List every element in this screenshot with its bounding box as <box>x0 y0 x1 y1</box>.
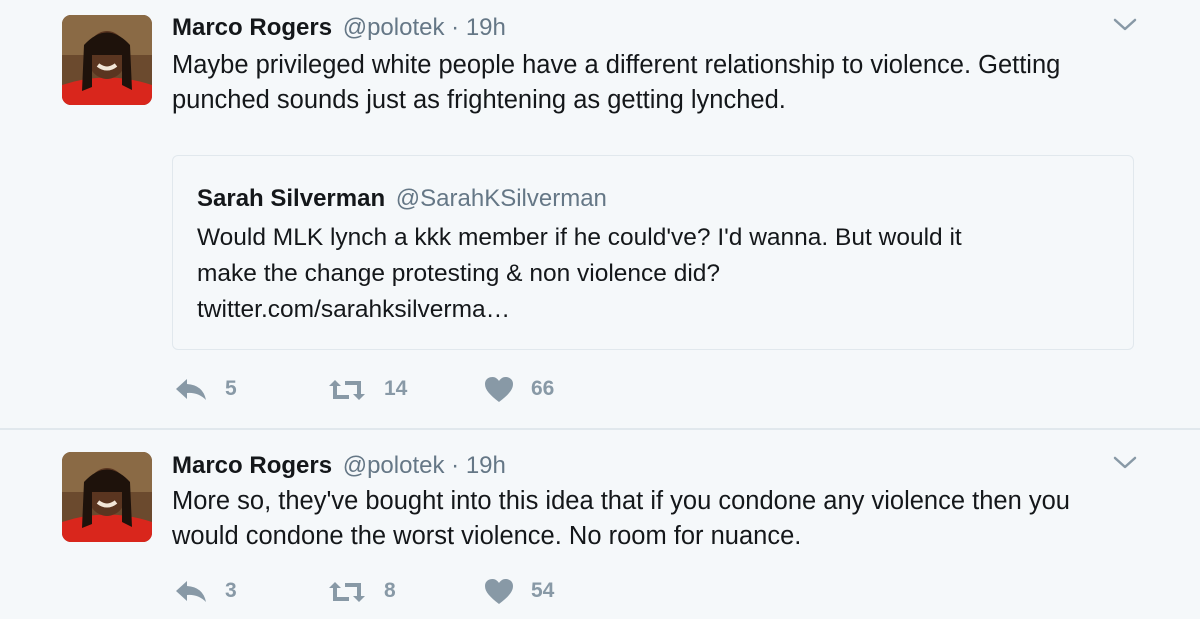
tweet-text: More so, they've bought into this idea t… <box>172 487 1070 550</box>
chevron-down-icon[interactable] <box>1112 17 1138 33</box>
quoted-author-name: Sarah Silverman <box>197 185 386 212</box>
quoted-tweet-text: Would MLK lynch a kkk member if he could… <box>197 220 1097 328</box>
tweet-text: Maybe privileged white people have a dif… <box>172 51 1061 114</box>
reply-icon <box>176 379 206 400</box>
quoted-link[interactable]: twitter.com/sarahksilverma… <box>197 292 1097 328</box>
tweet-header: Marco Rogers @polotek · 19h <box>172 451 506 481</box>
avatar[interactable] <box>62 15 152 105</box>
heart-icon <box>485 579 513 604</box>
retweet-count: 14 <box>384 377 408 400</box>
separator: · <box>451 14 460 41</box>
quoted-author-handle: @SarahKSilverman <box>395 185 607 212</box>
reply-count: 5 <box>225 377 237 400</box>
quoted-text-line: Would MLK lynch a kkk member if he could… <box>197 224 962 251</box>
timestamp[interactable]: 19h <box>466 452 506 479</box>
separator: · <box>451 452 460 479</box>
quoted-tweet-header: Sarah Silverman @SarahKSilverman <box>197 184 607 214</box>
tweet-header: Marco Rogers @polotek · 19h <box>172 13 506 43</box>
author-handle[interactable]: @polotek <box>343 452 445 479</box>
author-handle[interactable]: @polotek <box>343 14 445 41</box>
quoted-tweet[interactable]: Sarah Silverman @SarahKSilverman Would M… <box>172 155 1134 350</box>
heart-icon <box>485 377 513 402</box>
chevron-down-icon[interactable] <box>1112 455 1138 471</box>
reply-icon <box>176 581 206 602</box>
profile-photo-icon <box>62 452 152 542</box>
retweet-icon <box>329 380 365 400</box>
author-name[interactable]: Marco Rogers <box>172 14 332 41</box>
profile-photo-icon <box>62 15 152 105</box>
retweet-count: 8 <box>384 579 396 602</box>
like-count: 54 <box>531 579 555 602</box>
timestamp[interactable]: 19h <box>466 14 506 41</box>
tweet[interactable]: Marco Rogers @polotek · 19h More so, the… <box>0 430 1200 619</box>
retweet-icon <box>329 582 365 602</box>
avatar[interactable] <box>62 452 152 542</box>
quoted-text-line: make the change protesting & non violenc… <box>197 260 721 287</box>
like-count: 66 <box>531 377 555 400</box>
author-name[interactable]: Marco Rogers <box>172 452 332 479</box>
reply-count: 3 <box>225 579 237 602</box>
tweet[interactable]: Marco Rogers @polotek · 19h Maybe privil… <box>0 0 1200 428</box>
